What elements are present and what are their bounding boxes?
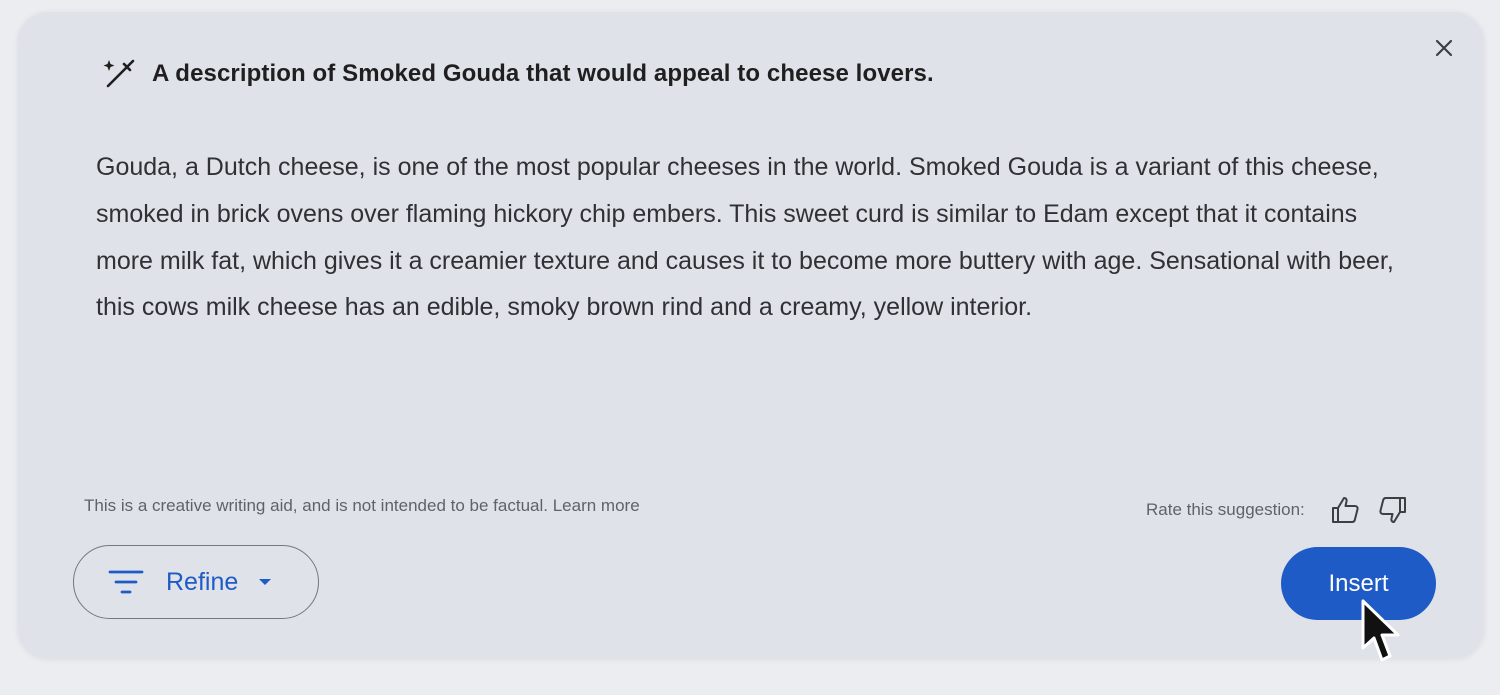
- help-me-write-dialog: A description of Smoked Gouda that would…: [18, 12, 1484, 658]
- dialog-title: A description of Smoked Gouda that would…: [152, 60, 934, 87]
- dialog-header: A description of Smoked Gouda that would…: [100, 56, 934, 92]
- rate-label: Rate this suggestion:: [1146, 500, 1305, 519]
- caret-down-icon: [258, 575, 272, 589]
- suggestion-text: Gouda, a Dutch cheese, is one of the mos…: [96, 153, 1394, 322]
- close-icon: [1435, 39, 1453, 57]
- thumbs-up-button[interactable]: [1327, 492, 1363, 528]
- refine-label: Refine: [166, 567, 239, 596]
- refine-button[interactable]: Refine: [73, 545, 319, 619]
- disclaimer: This is a creative writing aid, and is n…: [84, 496, 640, 516]
- rating-group: Rate this suggestion:: [1146, 492, 1423, 528]
- thumbs-down-button[interactable]: [1375, 492, 1411, 528]
- filter-icon: [108, 569, 144, 595]
- thumbs-down-icon: [1379, 497, 1406, 523]
- close-button[interactable]: [1430, 34, 1458, 62]
- learn-more-link[interactable]: Learn more: [553, 496, 640, 515]
- magic-wand-icon: [100, 56, 136, 92]
- disclaimer-text: This is a creative writing aid, and is n…: [84, 496, 548, 515]
- thumbs-up-icon: [1331, 497, 1359, 523]
- insert-button[interactable]: Insert: [1281, 547, 1436, 620]
